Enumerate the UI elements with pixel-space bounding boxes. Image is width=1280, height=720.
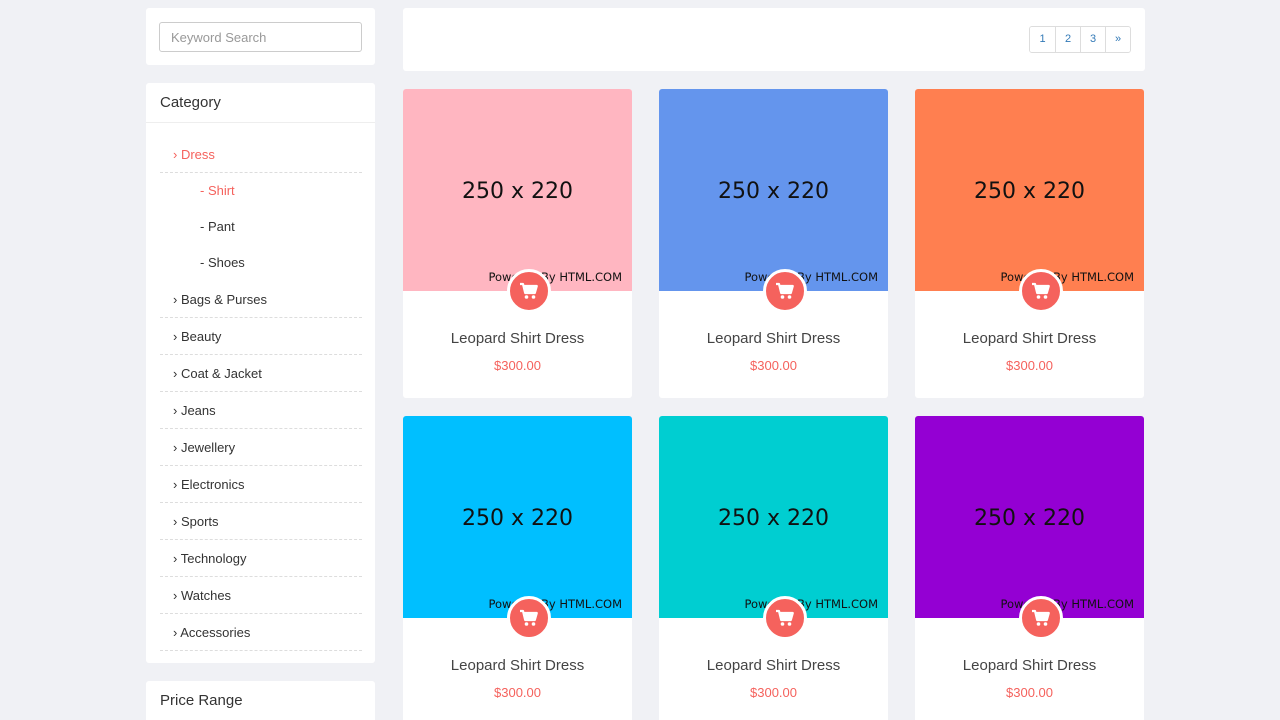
category-item-label: Jeans	[181, 403, 216, 418]
product-image[interactable]: 250 x 220Powered By HTML.COM	[659, 89, 888, 291]
add-to-cart-button[interactable]	[1019, 269, 1063, 313]
category-item-label: Jewellery	[181, 440, 235, 455]
price-range-title: Price Range	[146, 681, 375, 720]
search-input[interactable]	[159, 22, 362, 52]
product-card[interactable]: 250 x 220Powered By HTML.COM Leopard Shir…	[915, 89, 1144, 398]
product-card[interactable]: 250 x 220Powered By HTML.COM Leopard Shir…	[403, 416, 632, 720]
category-item-label: Coat & Jacket	[181, 366, 262, 381]
category-list: › Dress- Shirt- Pant- Shoes› Bags & Purs…	[146, 123, 375, 651]
product-name[interactable]: Leopard Shirt Dress	[915, 657, 1144, 674]
category-item-label: Beauty	[181, 329, 221, 344]
shopping-cart-icon	[775, 609, 795, 627]
product-card[interactable]: 250 x 220Powered By HTML.COM Leopard Shir…	[659, 416, 888, 720]
image-size-text: 250 x 220	[915, 506, 1144, 531]
price-range-panel: Price Range	[146, 681, 375, 720]
category-item-electronics[interactable]: › Electronics	[160, 466, 362, 503]
category-item-label: Sports	[181, 514, 219, 529]
image-size-text: 250 x 220	[659, 506, 888, 531]
category-panel: Category › Dress- Shirt- Pant- Shoes› Ba…	[146, 83, 375, 663]
shopping-cart-icon	[1031, 282, 1051, 300]
product-price: $300.00	[659, 685, 888, 700]
product-card[interactable]: 250 x 220Powered By HTML.COM Leopard Shir…	[403, 89, 632, 398]
subcategory-item-pant[interactable]: - Pant	[160, 209, 362, 245]
shopping-cart-icon	[519, 282, 539, 300]
product-image[interactable]: 250 x 220Powered By HTML.COM	[915, 416, 1144, 618]
page-link-1[interactable]: 1	[1030, 27, 1055, 52]
chevron-right-icon: ›	[173, 292, 181, 307]
add-to-cart-button[interactable]	[763, 596, 807, 640]
product-image[interactable]: 250 x 220Powered By HTML.COM	[915, 89, 1144, 291]
image-size-text: 250 x 220	[915, 179, 1144, 204]
product-image[interactable]: 250 x 220Powered By HTML.COM	[659, 416, 888, 618]
chevron-right-icon: ›	[173, 147, 181, 162]
category-item-dress[interactable]: › Dress	[160, 136, 362, 173]
product-name[interactable]: Leopard Shirt Dress	[403, 330, 632, 347]
product-name[interactable]: Leopard Shirt Dress	[403, 657, 632, 674]
product-card[interactable]: 250 x 220Powered By HTML.COM Leopard Shir…	[915, 416, 1144, 720]
category-item-accessories[interactable]: › Accessories	[160, 614, 362, 651]
image-size-text: 250 x 220	[659, 179, 888, 204]
shopping-cart-icon	[775, 282, 795, 300]
toolbar: 123»	[403, 8, 1145, 71]
product-name[interactable]: Leopard Shirt Dress	[915, 330, 1144, 347]
chevron-right-icon: ›	[173, 366, 181, 381]
product-name[interactable]: Leopard Shirt Dress	[659, 657, 888, 674]
image-size-text: 250 x 220	[403, 179, 632, 204]
category-item-label: Watches	[181, 588, 231, 603]
category-item-sports[interactable]: › Sports	[160, 503, 362, 540]
category-item-technology[interactable]: › Technology	[160, 540, 362, 577]
category-item-beauty[interactable]: › Beauty	[160, 318, 362, 355]
product-price: $300.00	[915, 685, 1144, 700]
image-size-text: 250 x 220	[403, 506, 632, 531]
category-item-label: Bags & Purses	[181, 292, 267, 307]
product-price: $300.00	[659, 358, 888, 373]
product-card[interactable]: 250 x 220Powered By HTML.COM Leopard Shir…	[659, 89, 888, 398]
page-link-3[interactable]: 3	[1080, 27, 1105, 52]
add-to-cart-button[interactable]	[1019, 596, 1063, 640]
category-item-label: Electronics	[181, 477, 245, 492]
page-link-2[interactable]: 2	[1055, 27, 1080, 52]
chevron-right-icon: ›	[173, 440, 181, 455]
shopping-cart-icon	[519, 609, 539, 627]
product-image[interactable]: 250 x 220Powered By HTML.COM	[403, 89, 632, 291]
chevron-right-icon: ›	[173, 514, 181, 529]
add-to-cart-button[interactable]	[507, 269, 551, 313]
product-name[interactable]: Leopard Shirt Dress	[659, 330, 888, 347]
category-item-label: Accessories	[180, 625, 250, 640]
chevron-right-icon: ›	[173, 477, 181, 492]
category-item-label: Technology	[181, 551, 247, 566]
category-title: Category	[146, 83, 375, 123]
sidebar: Category › Dress- Shirt- Pant- Shoes› Ba…	[146, 8, 375, 720]
pagination: 123»	[1029, 26, 1131, 53]
search-panel	[146, 8, 375, 65]
product-price: $300.00	[403, 685, 632, 700]
subcategory-item-shirt[interactable]: - Shirt	[160, 173, 362, 209]
product-image[interactable]: 250 x 220Powered By HTML.COM	[403, 416, 632, 618]
category-item-label: Dress	[181, 147, 215, 162]
chevron-right-icon: ›	[173, 403, 181, 418]
page-next-button[interactable]: »	[1105, 27, 1130, 52]
category-item-bags-purses[interactable]: › Bags & Purses	[160, 281, 362, 318]
category-item-coat-jacket[interactable]: › Coat & Jacket	[160, 355, 362, 392]
chevron-right-icon: ›	[173, 588, 181, 603]
product-price: $300.00	[915, 358, 1144, 373]
add-to-cart-button[interactable]	[763, 269, 807, 313]
product-price: $300.00	[403, 358, 632, 373]
shopping-cart-icon	[1031, 609, 1051, 627]
category-item-watches[interactable]: › Watches	[160, 577, 362, 614]
category-item-jewellery[interactable]: › Jewellery	[160, 429, 362, 466]
category-item-jeans[interactable]: › Jeans	[160, 392, 362, 429]
chevron-right-icon: ›	[173, 329, 181, 344]
subcategory-item-shoes[interactable]: - Shoes	[160, 245, 362, 281]
add-to-cart-button[interactable]	[507, 596, 551, 640]
chevron-right-icon: ›	[173, 551, 181, 566]
